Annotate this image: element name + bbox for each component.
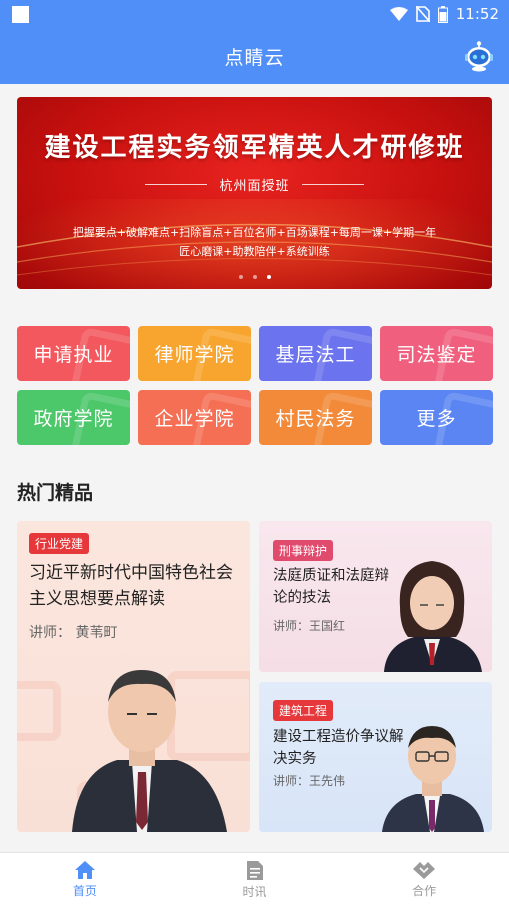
category-label: 村民法务 (275, 408, 356, 430)
tab-label: 时讯 (242, 885, 267, 899)
course-card[interactable]: 刑事辩护 法庭质证和法庭辩论的技法 讲师：王国红 (259, 521, 492, 672)
category-judicial-appraisal[interactable]: 司法鉴定 (380, 326, 493, 381)
notification-icon (12, 5, 29, 23)
carousel-dot[interactable] (238, 275, 243, 279)
carousel-indicator (17, 275, 492, 279)
category-grid: 申请执业 律师学院 基层法工 司法鉴定 政府学院 企业学院 村民法务 更多 (17, 326, 493, 445)
tab-label: 合作 (412, 884, 437, 898)
banner-subtitle-row: 杭州面授班 (17, 175, 492, 194)
category-lawyer-academy[interactable]: 律师学院 (138, 326, 251, 381)
battery-icon (437, 5, 448, 23)
tab-label: 首页 (72, 884, 97, 898)
course-card[interactable]: 行业党建 习近平新时代中国特色社会主义思想要点解读 讲师： 黄苇町 (17, 521, 250, 832)
robot-icon (465, 41, 493, 72)
robot-assistant-button[interactable] (463, 40, 495, 72)
section-title: 热门精品 (17, 482, 94, 504)
banner-subtitle: 杭州面授班 (219, 179, 290, 194)
carousel-dot[interactable] (252, 275, 257, 279)
promo-banner[interactable]: 建设工程实务领军精英人才研修班 杭州面授班 把握要点+破解难点+扫除盲点+百位名… (17, 97, 492, 289)
course-card[interactable]: 建筑工程 建设工程造价争议解决实务 讲师：王先伟 (259, 682, 492, 832)
lecturer-portrait (382, 726, 484, 832)
carousel-dot-active[interactable] (266, 275, 271, 279)
tab-home[interactable]: 首页 (0, 853, 170, 904)
news-icon (246, 861, 263, 880)
course-tag: 建筑工程 (273, 700, 334, 721)
divider (301, 184, 364, 185)
status-bar: 11:52 (0, 0, 509, 28)
category-villager-legal[interactable]: 村民法务 (259, 390, 372, 445)
category-label: 更多 (416, 408, 457, 430)
category-label: 律师学院 (154, 344, 235, 366)
divider (145, 184, 208, 185)
app-header: 点睛云 (0, 28, 509, 84)
banner-description-line2: 匠心磨课+助教陪伴+系统训练 (179, 245, 330, 258)
category-grassroots-legal[interactable]: 基层法工 (259, 326, 372, 381)
clock: 11:52 (455, 5, 499, 23)
course-tag: 行业党建 (29, 533, 90, 554)
status-icons: 11:52 (389, 5, 499, 23)
banner-title: 建设工程实务领军精英人才研修班 (44, 133, 465, 163)
page-title: 点睛云 (224, 46, 285, 69)
category-enterprise-academy[interactable]: 企业学院 (138, 390, 251, 445)
category-label: 政府学院 (33, 408, 114, 430)
category-label: 司法鉴定 (396, 344, 477, 366)
home-icon (74, 861, 95, 879)
course-title: 习近平新时代中国特色社会主义思想要点解读 (29, 563, 233, 609)
bottom-tab-bar: 首页 时讯 合作 (0, 852, 509, 904)
lecturer-portrait (72, 670, 227, 832)
no-sim-icon (415, 6, 430, 22)
wifi-icon (389, 7, 408, 21)
category-more[interactable]: 更多 (380, 390, 493, 445)
category-label: 企业学院 (154, 408, 235, 430)
lecturer-portrait (384, 561, 482, 672)
banner-description-line1: 把握要点+破解难点+扫除盲点+百位名师+百场课程+每周一课+学期一年 (72, 226, 437, 239)
course-tag: 刑事辩护 (273, 540, 334, 561)
tab-news[interactable]: 时讯 (170, 853, 340, 904)
category-apply-practice[interactable]: 申请执业 (17, 326, 130, 381)
category-label: 申请执业 (33, 344, 114, 366)
category-government-academy[interactable]: 政府学院 (17, 390, 130, 445)
handshake-icon (413, 862, 436, 879)
category-label: 基层法工 (275, 344, 356, 366)
tab-cooperation[interactable]: 合作 (339, 853, 509, 904)
course-teacher: 讲师：王国红 (273, 619, 346, 633)
course-teacher: 讲师：王先伟 (273, 774, 346, 788)
